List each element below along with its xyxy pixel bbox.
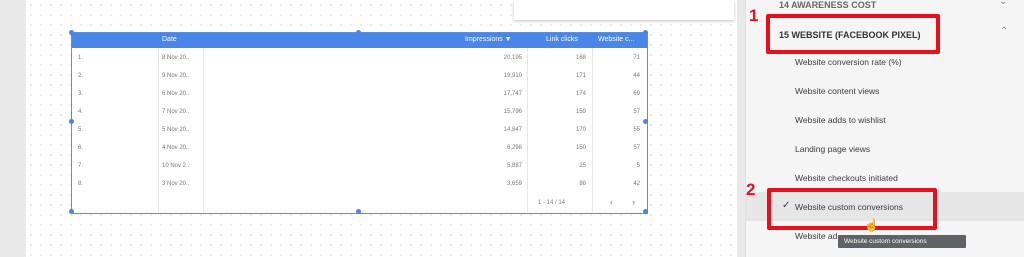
cell-link-clicks: 150 <box>575 145 586 151</box>
mouse-cursor-icon: ☝ <box>864 218 879 232</box>
metric-label: Website checkouts initiated <box>795 173 898 183</box>
row-index: 5. <box>78 127 84 133</box>
column-header-impressions[interactable]: Impressions ▼ <box>465 36 512 43</box>
row-index: 4. <box>78 109 84 115</box>
cell-website: 44 <box>633 73 640 79</box>
cell-impressions: 17,747 <box>503 91 522 97</box>
chevron-down-icon[interactable]: ⌄ <box>999 0 1007 7</box>
row-index: 2. <box>78 73 84 79</box>
row-index: 8. <box>78 181 84 187</box>
resize-handle[interactable] <box>69 119 74 124</box>
cell-impressions: 20,195 <box>503 55 522 61</box>
cell-impressions: 3,659 <box>506 181 522 187</box>
cell-date: 5 Nov 20.. <box>162 127 190 133</box>
row-index: 6. <box>78 145 84 151</box>
cell-impressions: 6,298 <box>506 145 522 151</box>
cell-date: 10 Nov 2.. <box>162 163 190 169</box>
resize-handle[interactable] <box>69 30 74 35</box>
cell-link-clicks: 159 <box>575 109 586 115</box>
row-index: 3. <box>78 91 84 97</box>
cell-link-clicks: 174 <box>575 91 586 97</box>
row-index: 1. <box>78 55 84 61</box>
resize-handle[interactable] <box>356 209 361 214</box>
cell-date: 8 Nov 20.. <box>162 55 190 61</box>
cell-link-clicks: 170 <box>575 127 586 133</box>
cell-impressions: 19,910 <box>503 73 522 79</box>
resize-handle[interactable] <box>69 209 74 214</box>
resize-handle[interactable] <box>643 209 648 214</box>
pagination-label: 1 - 14 / 14 <box>538 200 566 206</box>
prev-page-icon[interactable]: ‹ <box>610 197 613 207</box>
data-table[interactable]: Date Impressions ▼ Link clicks Website c… <box>71 32 648 214</box>
cell-website: 57 <box>633 109 640 115</box>
table-header: Date Impressions ▼ Link clicks Website c… <box>72 33 647 48</box>
cell-date: 9 Nov 20.. <box>162 73 190 79</box>
annotation-box-2 <box>767 188 937 230</box>
resize-handle[interactable] <box>643 30 648 35</box>
annotation-number-1: 1 <box>749 6 759 25</box>
cell-website: 5 <box>636 163 640 169</box>
cell-website: 55 <box>633 127 640 133</box>
metric-item-website-content-views[interactable]: Website content views <box>746 76 1024 105</box>
resize-handle[interactable] <box>643 119 648 124</box>
row-index: 7. <box>78 163 84 169</box>
cell-link-clicks: 25 <box>579 163 586 169</box>
table-row: 7. 10 Nov 2.. 5,887 25 5 <box>72 158 647 175</box>
cell-date: 3 Nov 20.. <box>162 181 190 187</box>
table-row: 4. 7 Nov 20.. 15,796 159 57 <box>72 104 647 121</box>
cell-date: 4 Nov 20.. <box>162 145 190 151</box>
metric-label: Website conversion rate (%) <box>795 57 902 67</box>
report-canvas: Date Impressions ▼ Link clicks Website c… <box>0 0 745 257</box>
cell-link-clicks: 168 <box>575 55 586 61</box>
next-page-icon[interactable]: › <box>632 197 635 207</box>
group-label: 14 AWARENESS COST <box>779 0 877 10</box>
metric-label: Website adds to wishlist <box>795 115 886 125</box>
metric-label: Website content views <box>795 86 880 96</box>
annotation-number-2: 2 <box>746 180 756 199</box>
cell-website: 69 <box>633 91 640 97</box>
tooltip: Website custom conversions <box>838 235 966 248</box>
resize-handle[interactable] <box>356 30 361 35</box>
cell-date: 7 Nov 20.. <box>162 109 190 115</box>
cell-impressions: 15,796 <box>503 109 522 115</box>
cell-impressions: 14,847 <box>503 127 522 133</box>
column-header-website[interactable]: Website c... <box>598 36 634 43</box>
cell-website: 57 <box>633 145 640 151</box>
cell-impressions: 5,887 <box>506 163 522 169</box>
metric-label: Landing page views <box>795 144 871 154</box>
cell-link-clicks: 171 <box>575 73 586 79</box>
cell-date: 6 Nov 20.. <box>162 91 190 97</box>
column-header-date[interactable]: Date <box>162 36 177 43</box>
metric-item-landing-page-views[interactable]: Landing page views <box>746 134 1024 163</box>
table-row: 8. 3 Nov 20.. 3,659 86 42 <box>72 176 647 193</box>
table-row: 1. 8 Nov 20.. 20,195 168 71 <box>72 50 647 67</box>
table-row: 5. 5 Nov 20.. 14,847 170 55 <box>72 122 647 139</box>
column-header-link-clicks[interactable]: Link clicks <box>546 36 578 43</box>
cell-website: 42 <box>633 181 640 187</box>
annotation-box-1 <box>766 14 940 54</box>
metric-label: Website ad <box>795 231 838 241</box>
metric-item-website-adds-to-wishlist[interactable]: Website adds to wishlist <box>746 105 1024 134</box>
table-row: 6. 4 Nov 20.. 6,298 150 57 <box>72 140 647 157</box>
chart-card-partial[interactable] <box>514 0 734 20</box>
table-row: 2. 9 Nov 20.. 19,910 171 44 <box>72 68 647 85</box>
cell-website: 71 <box>633 55 640 61</box>
cell-link-clicks: 86 <box>579 181 586 187</box>
chevron-up-icon[interactable]: ⌃ <box>1000 26 1008 37</box>
table-row: 3. 6 Nov 20.. 17,747 174 69 <box>72 86 647 103</box>
